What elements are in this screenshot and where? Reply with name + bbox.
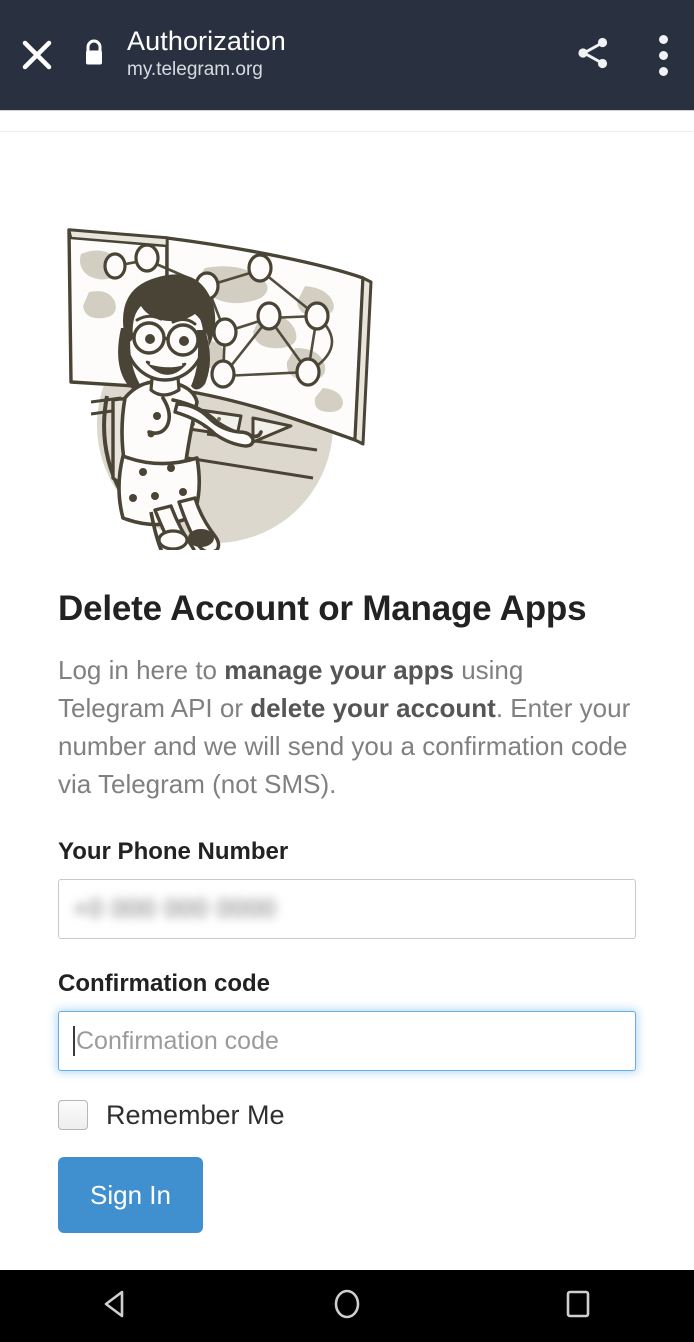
intro-part-1: Log in here to: [58, 655, 225, 685]
login-form-section: Delete Account or Manage Apps Log in her…: [58, 587, 636, 1233]
page-content: Delete Account or Manage Apps Log in her…: [0, 132, 694, 1270]
remember-me-label: Remember Me: [106, 1100, 285, 1130]
nav-home-button[interactable]: [292, 1270, 402, 1342]
page-domain: my.telegram.org: [127, 59, 263, 80]
close-button[interactable]: [0, 0, 74, 110]
intro-bold-delete-account: delete your account: [250, 693, 496, 723]
page-title: Authorization: [127, 26, 286, 56]
remember-me-row[interactable]: Remember Me: [58, 1099, 636, 1131]
code-field-label: Confirmation code: [58, 970, 271, 997]
telegram-login-illustration: [55, 220, 385, 550]
lock-icon: [74, 38, 114, 72]
phone-input[interactable]: +0 000 000 0000: [58, 879, 636, 939]
page-heading: Delete Account or Manage Apps: [58, 589, 587, 628]
text-cursor: [73, 1026, 75, 1056]
header-divider: [0, 110, 694, 111]
back-triangle-icon: [99, 1287, 133, 1326]
intro-paragraph: Log in here to manage your apps using Te…: [58, 651, 636, 803]
overflow-menu-button[interactable]: [632, 0, 694, 110]
url-bar[interactable]: Authorization my.telegram.org: [114, 25, 554, 85]
confirmation-code-placeholder: Confirmation code: [76, 1026, 279, 1055]
phone-input-value: +0 000 000 0000: [73, 894, 277, 923]
recents-square-icon: [561, 1287, 595, 1326]
nav-back-button[interactable]: [61, 1270, 171, 1342]
share-button[interactable]: [554, 0, 632, 110]
overflow-menu-icon: [658, 34, 668, 76]
phone-screen: Authorization my.telegram.org Delete Acc…: [0, 0, 694, 1342]
android-navigation-bar: [0, 1270, 694, 1342]
home-circle-icon: [330, 1287, 364, 1326]
share-icon: [573, 33, 613, 78]
confirmation-code-input[interactable]: Confirmation code: [58, 1011, 636, 1071]
close-icon: [17, 35, 57, 75]
remember-me-checkbox[interactable]: [58, 1100, 88, 1130]
sign-in-button[interactable]: Sign In: [58, 1157, 203, 1233]
phone-field-label: Your Phone Number: [58, 838, 289, 865]
nav-recents-button[interactable]: [523, 1270, 633, 1342]
browser-header: Authorization my.telegram.org: [0, 0, 694, 110]
intro-bold-manage-apps: manage your apps: [224, 655, 454, 685]
